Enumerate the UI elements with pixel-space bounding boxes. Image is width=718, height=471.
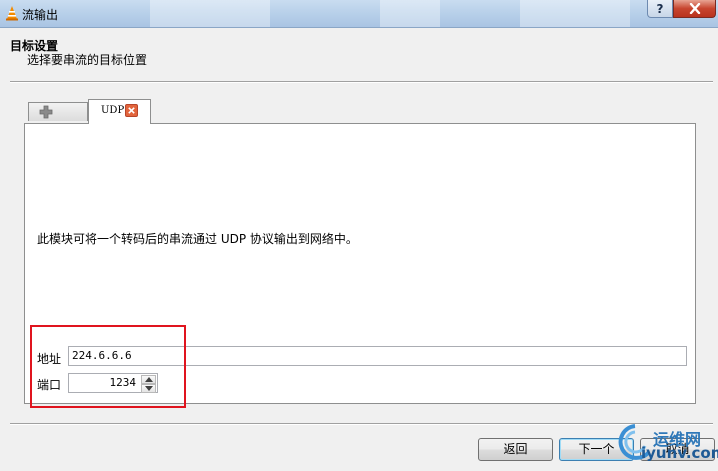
tab-udp-label: UDP: [101, 105, 125, 116]
plus-icon: [39, 105, 53, 119]
tab-close-button[interactable]: [125, 104, 138, 117]
module-description: 此模块可将一个转码后的串流通过 UDP 协议输出到网络中。: [37, 232, 358, 246]
close-icon: [689, 3, 701, 14]
tab-udp[interactable]: UDP: [88, 99, 151, 124]
close-window-button[interactable]: [673, 0, 716, 18]
back-button[interactable]: 返回: [478, 438, 553, 461]
help-button[interactable]: ?: [647, 0, 673, 18]
add-tab-button[interactable]: [28, 102, 88, 121]
title-bar-blur: [380, 0, 440, 27]
watermark: 运维网 iyunv.com: [613, 420, 718, 471]
header-divider: [10, 81, 713, 83]
highlight-annotation-box: [30, 325, 186, 408]
vlc-cone-icon: [6, 6, 18, 21]
window-title: 流输出: [22, 8, 59, 22]
close-icon: [128, 107, 135, 114]
footer-divider: [10, 423, 713, 425]
title-bar: 流输出 ?: [0, 0, 718, 28]
title-bar-blur: [520, 0, 630, 27]
watermark-line2: iyunv.com: [641, 444, 718, 462]
page-subtitle: 选择要串流的目标位置: [27, 53, 148, 67]
title-bar-blur: [150, 0, 270, 27]
